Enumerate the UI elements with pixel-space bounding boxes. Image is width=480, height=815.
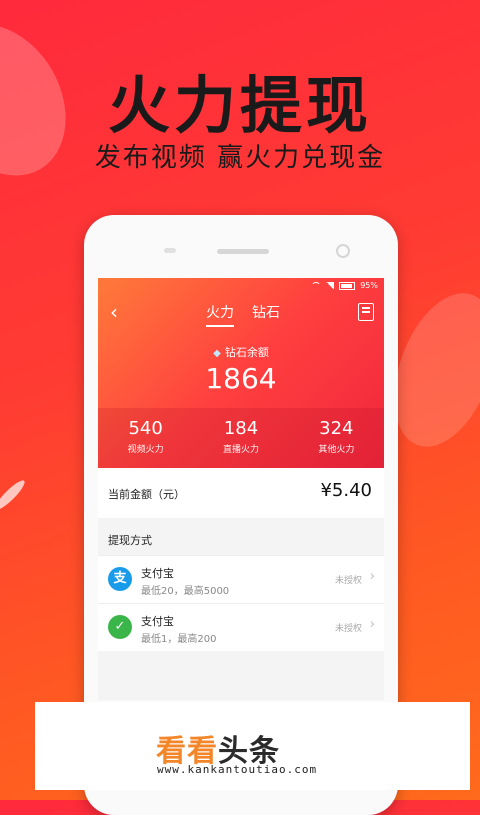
receipt-icon[interactable]	[358, 303, 374, 321]
chevron-right-icon: ›	[369, 569, 375, 584]
watermark-url: www.kankantoutiao.com	[157, 763, 318, 776]
current-amount-row: 当前金额（元） ¥5.40	[98, 468, 384, 518]
watermark-banner: 看看头条 www.kankantoutiao.com	[35, 702, 470, 790]
stat-value: 540	[128, 418, 163, 439]
phone-sensor	[164, 248, 176, 253]
stat-value: 184	[223, 418, 259, 439]
method-status: 未授权	[334, 624, 362, 634]
headline: 火力提现	[107, 69, 372, 142]
back-button[interactable]: ‹	[110, 300, 118, 324]
balance-label: ◆ 钻石余额	[98, 344, 384, 360]
diamond-icon: ◆	[213, 348, 221, 359]
stat-value: 324	[319, 418, 354, 439]
chevron-right-icon: ›	[369, 617, 375, 632]
status-bar: 95%	[98, 278, 384, 294]
balance-value: 1864	[205, 362, 277, 395]
amount-value: ¥5.40	[320, 480, 372, 501]
withdraw-method-wechat[interactable]: ✓ 支付宝 最低1，最高200 未授权 ›	[98, 603, 384, 651]
stat-label: 直播火力	[222, 445, 259, 455]
balance-header: 95% ‹ 火力 钻石 ◆ 钻石余额 1864 540 视频火力 184 直播火力…	[98, 278, 384, 468]
withdraw-title: 提现方式	[108, 534, 152, 547]
balance-label-text: 钻石余额	[224, 346, 269, 359]
phone-camera	[336, 244, 350, 258]
battery-icon	[339, 281, 356, 290]
stat-video: 540 视频火力	[98, 408, 193, 468]
phone-speaker	[217, 249, 269, 254]
subline: 发布视频 赢火力兑现金	[94, 143, 386, 173]
amount-label: 当前金额（元）	[108, 488, 185, 501]
battery-percent: 95%	[360, 281, 378, 290]
stat-label: 其他火力	[318, 445, 355, 455]
withdraw-method-alipay[interactable]: 支 支付宝 最低20，最高5000 未授权 ›	[98, 555, 384, 603]
method-name: 支付宝	[141, 567, 174, 580]
tab-diamond[interactable]: 钻石	[252, 302, 280, 322]
method-name: 支付宝	[141, 615, 174, 628]
stat-other: 324 其他火力	[289, 408, 384, 468]
stats-row: 540 视频火力 184 直播火力 324 其他火力	[98, 408, 384, 468]
tab-fire[interactable]: 火力	[206, 302, 234, 327]
method-limit: 最低20，最高5000	[141, 586, 230, 597]
app-screen: 95% ‹ 火力 钻石 ◆ 钻石余额 1864 540 视频火力 184 直播火力…	[98, 278, 384, 700]
alipay-icon: 支	[108, 567, 132, 591]
method-limit: 最低1，最高200	[141, 634, 217, 645]
stat-label: 视频火力	[127, 445, 164, 455]
wifi-icon	[311, 282, 322, 289]
stat-live: 184 直播火力	[193, 408, 288, 468]
signal-icon	[326, 282, 335, 289]
wechat-icon: ✓	[108, 615, 132, 639]
method-status: 未授权	[334, 576, 362, 586]
decor-swoosh	[0, 477, 28, 513]
